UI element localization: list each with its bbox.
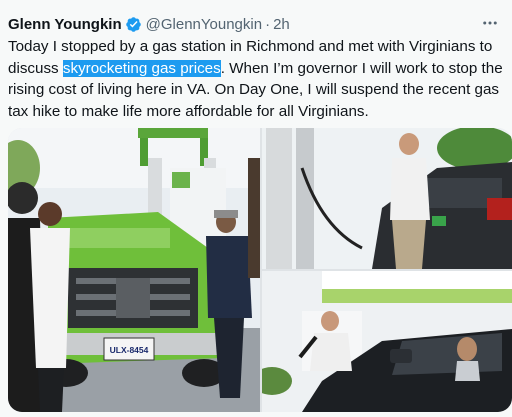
- author-handle[interactable]: @GlennYoungkin: [146, 16, 262, 33]
- photo-truck-group-image: ULX-8454: [8, 128, 260, 412]
- verified-badge-icon: [125, 16, 142, 33]
- photo-pumping-gas[interactable]: [262, 128, 512, 269]
- tweet-header: Glenn Youngkin @GlennYoungkin · 2h: [8, 14, 290, 34]
- photo-gas-station[interactable]: [262, 271, 512, 412]
- license-plate-text: ULX-8454: [110, 345, 149, 355]
- more-options-icon[interactable]: [478, 12, 502, 34]
- tweet-text: Today I stopped by a gas station in Rich…: [8, 36, 508, 122]
- tweet-card[interactable]: Glenn Youngkin @GlennYoungkin · 2h Today…: [0, 0, 512, 417]
- photo-truck-group[interactable]: ULX-8454: [8, 128, 260, 412]
- author-name[interactable]: Glenn Youngkin: [8, 16, 122, 33]
- media-grid: ULX-8454: [8, 128, 512, 412]
- tweet-text-highlight: skyrocketing gas prices: [62, 59, 221, 77]
- tweet-timestamp[interactable]: 2h: [273, 16, 290, 33]
- photo-gas-station-image: [262, 271, 512, 412]
- separator-dot: ·: [265, 15, 271, 33]
- photo-pumping-gas-image: [262, 128, 512, 269]
